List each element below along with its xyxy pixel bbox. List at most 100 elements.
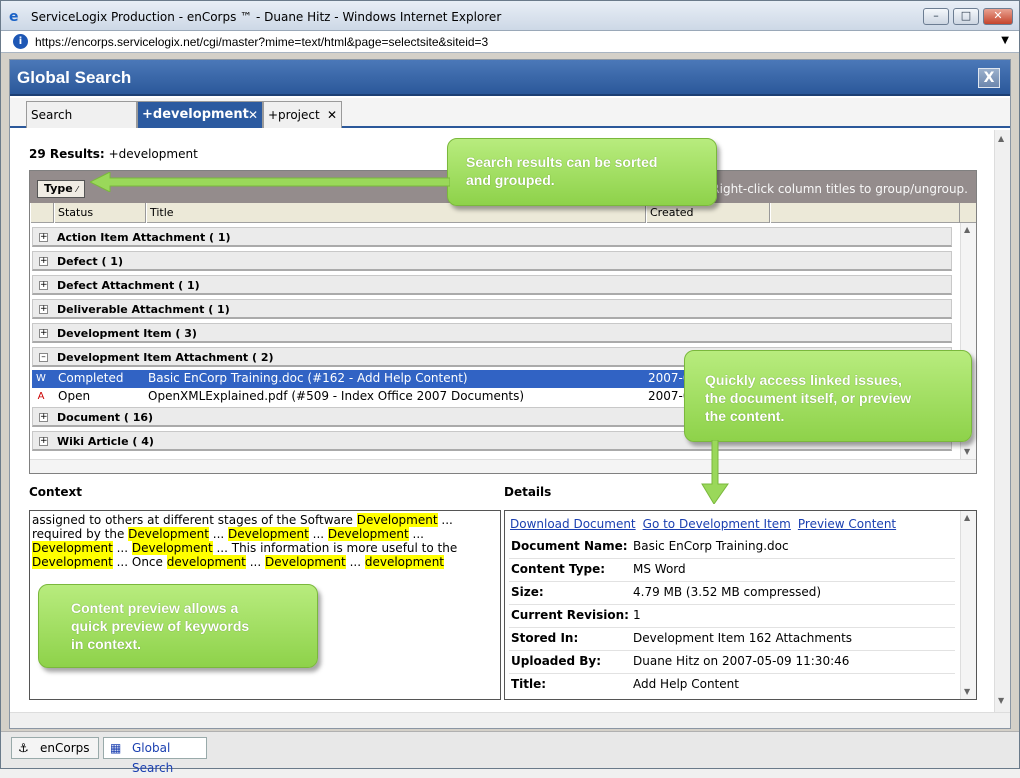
context-text: ... <box>208 527 229 541</box>
group-label: Action Item Attachment ( 1) <box>57 231 231 244</box>
scroll-down-icon[interactable]: ▼ <box>964 447 970 456</box>
tab-development[interactable]: +development ✕ <box>137 101 263 128</box>
expand-icon[interactable]: + <box>39 413 48 422</box>
column-icon <box>30 203 54 223</box>
callout-sort-group: Search results can be sorted and grouped… <box>447 138 717 206</box>
download-document-link[interactable]: Download Document <box>510 517 636 531</box>
expand-icon[interactable]: + <box>39 257 48 266</box>
column-extra <box>770 203 960 223</box>
preview-content-link[interactable]: Preview Content <box>798 517 896 531</box>
details-heading: Details <box>504 485 552 499</box>
scroll-up-icon[interactable]: ▲ <box>964 225 970 234</box>
taskbar-global-search[interactable]: ▦ Global Search <box>103 737 207 775</box>
scroll-up-icon[interactable]: ▲ <box>964 513 970 522</box>
callout-quick-access: Quickly access linked issues, the docume… <box>684 350 972 442</box>
group-row[interactable]: + Defect Attachment ( 1) <box>32 275 952 295</box>
column-title[interactable]: Title <box>146 203 646 223</box>
expand-icon[interactable]: + <box>39 437 48 446</box>
detail-value: Basic EnCorp Training.doc <box>633 539 789 553</box>
group-label: Wiki Article ( 4) <box>57 435 154 448</box>
tab-bar: Search Parameters +development ✕ +projec… <box>10 98 1010 148</box>
detail-row-uploaded-by: Uploaded By: Duane Hitz on 2007-05-09 11… <box>511 651 956 673</box>
keyword-highlight: Development <box>128 527 209 541</box>
group-label: Defect ( 1) <box>57 255 123 268</box>
expand-icon[interactable]: + <box>39 233 48 242</box>
page-horizontal-scrollbar[interactable] <box>10 712 1010 728</box>
results-count: 29 Results: <box>29 147 105 161</box>
scroll-down-icon[interactable]: ▼ <box>998 696 1004 705</box>
detail-row-document-name: Document Name: Basic EnCorp Training.doc <box>511 536 956 558</box>
detail-key: Content Type: <box>511 562 606 576</box>
taskbar-encorps[interactable]: ⚓ enCorps <box>11 737 99 759</box>
row-title: OpenXMLExplained.pdf (#509 - Index Offic… <box>148 389 525 403</box>
scroll-down-icon[interactable]: ▼ <box>964 687 970 696</box>
column-status[interactable]: Status <box>54 203 146 223</box>
callout-text: the content. <box>705 408 785 424</box>
callout-text: Content preview allows a <box>71 600 239 616</box>
panel-title: Global Search <box>17 68 132 87</box>
close-icon[interactable]: ✕ <box>327 102 337 128</box>
detail-value: Add Help Content <box>633 677 739 691</box>
details-scrollbar[interactable]: ▲ ▼ <box>960 511 976 699</box>
close-window-button[interactable]: ✕ <box>983 8 1013 25</box>
url-field[interactable]: https://encorps.servicelogix.net/cgi/mas… <box>35 35 488 49</box>
group-row[interactable]: + Action Item Attachment ( 1) <box>32 227 952 247</box>
ie-logo-icon: e <box>9 9 19 25</box>
context-text: assigned to others at different stages o… <box>32 513 357 527</box>
page-vertical-scrollbar[interactable]: ▲ ▼ <box>994 130 1010 712</box>
collapse-icon[interactable]: – <box>39 353 48 362</box>
callout-text: Search results can be sorted <box>466 154 658 170</box>
detail-row-size: Size: 4.79 MB (3.52 MB compressed) <box>511 582 956 604</box>
go-to-item-link[interactable]: Go to Development Item <box>643 517 791 531</box>
callout-content-preview: Content preview allows a quick preview o… <box>38 584 318 668</box>
expand-icon[interactable]: + <box>39 281 48 290</box>
group-hint: Right-click column titles to group/ungro… <box>711 182 968 196</box>
detail-value: Development Item 162 Attachments <box>633 631 853 645</box>
detail-value: 1 <box>633 608 641 622</box>
expand-icon[interactable]: + <box>39 329 48 338</box>
keyword-highlight: Development <box>327 527 409 541</box>
scroll-up-icon[interactable]: ▲ <box>998 134 1004 143</box>
tab-search-parameters[interactable]: Search Parameters <box>26 101 137 148</box>
detail-row-revision: Current Revision: 1 <box>511 605 956 627</box>
detail-row-stored-in: Stored In: Development Item 162 Attachme… <box>511 628 956 650</box>
chevron-down-icon[interactable]: ▼ <box>1001 35 1009 46</box>
grid-horizontal-scrollbar[interactable] <box>30 459 976 473</box>
group-type-label: Type <box>44 182 73 195</box>
taskbar: ⚓ enCorps ▦ Global Search <box>1 731 1019 775</box>
detail-key: Title: <box>511 677 547 691</box>
group-row[interactable]: + Deliverable Attachment ( 1) <box>32 299 952 319</box>
keyword-highlight: Development <box>356 513 438 527</box>
sort-icon: ⁄ <box>76 185 78 194</box>
pdf-icon: A <box>37 391 45 402</box>
maximize-button[interactable]: □ <box>953 8 979 25</box>
close-icon[interactable]: ✕ <box>248 102 258 128</box>
group-row[interactable]: + Development Item ( 3) <box>32 323 952 343</box>
keyword-highlight: Development <box>131 541 213 555</box>
detail-row-content-type: Content Type: MS Word <box>511 559 956 581</box>
expand-icon[interactable]: + <box>39 305 48 314</box>
detail-key: Current Revision: <box>511 608 629 622</box>
minimize-button[interactable]: – <box>923 8 949 25</box>
results-summary: 29 Results: +development <box>29 147 198 161</box>
group-type-button[interactable]: Type ⁄ <box>37 180 85 198</box>
keyword-highlight: Development <box>264 555 346 569</box>
group-label: Defect Attachment ( 1) <box>57 279 200 292</box>
callout-text: Quickly access linked issues, <box>705 372 902 388</box>
panel-close-button[interactable]: X <box>978 68 1000 88</box>
context-text: ... <box>245 555 265 569</box>
context-heading: Context <box>29 485 82 499</box>
tab-project[interactable]: +project ✕ <box>263 101 342 128</box>
callout-arrow-left <box>90 172 450 192</box>
detail-key: Size: <box>511 585 544 599</box>
column-header-row: Status Title Created <box>30 203 976 223</box>
context-text: ... This information is more useful to t… <box>212 541 458 555</box>
address-bar[interactable]: i https://encorps.servicelogix.net/cgi/m… <box>1 31 1019 53</box>
detail-key: Stored In: <box>511 631 579 645</box>
callout-text: in context. <box>71 636 142 652</box>
group-row[interactable]: + Defect ( 1) <box>32 251 952 271</box>
taskbar-label: enCorps <box>40 741 90 755</box>
column-created[interactable]: Created <box>646 203 770 223</box>
callout-text: and grouped. <box>466 172 555 188</box>
group-label: Development Item ( 3) <box>57 327 197 340</box>
